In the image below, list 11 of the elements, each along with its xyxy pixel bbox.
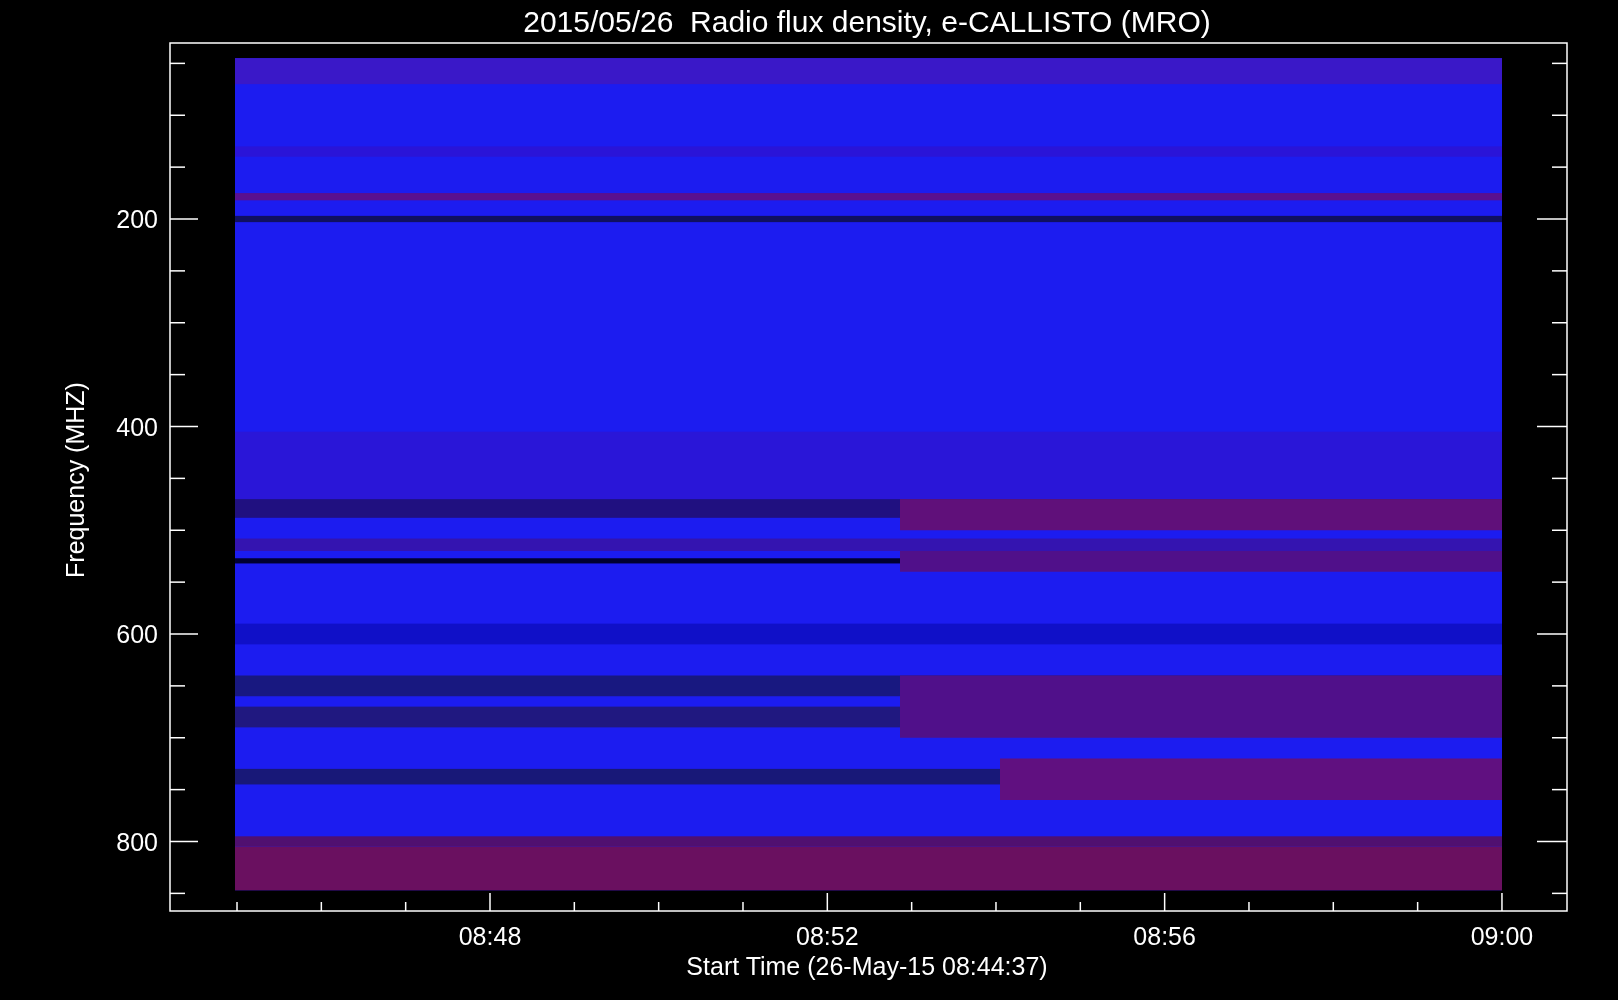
axis-tick-label: 600 xyxy=(116,620,158,648)
axis-tick-label: 09:00 xyxy=(1470,922,1534,950)
axis-tick-label: 08:56 xyxy=(1133,922,1196,950)
axis-tick-label: 400 xyxy=(116,412,158,441)
axis-tick-label: 08:52 xyxy=(796,922,859,950)
axis-tick-label: 800 xyxy=(116,827,158,856)
axis-label: Start Time (26-May-15 08:44:37) xyxy=(686,952,1048,980)
axis-tick-label: 200 xyxy=(116,205,158,233)
chart-title: 2015/05/26 Radio flux density, e-CALLISTO (MRO) xyxy=(523,5,1211,38)
axis-tick-label: 08:48 xyxy=(458,922,522,950)
axis-label: Frequency (MHZ) xyxy=(61,382,89,578)
